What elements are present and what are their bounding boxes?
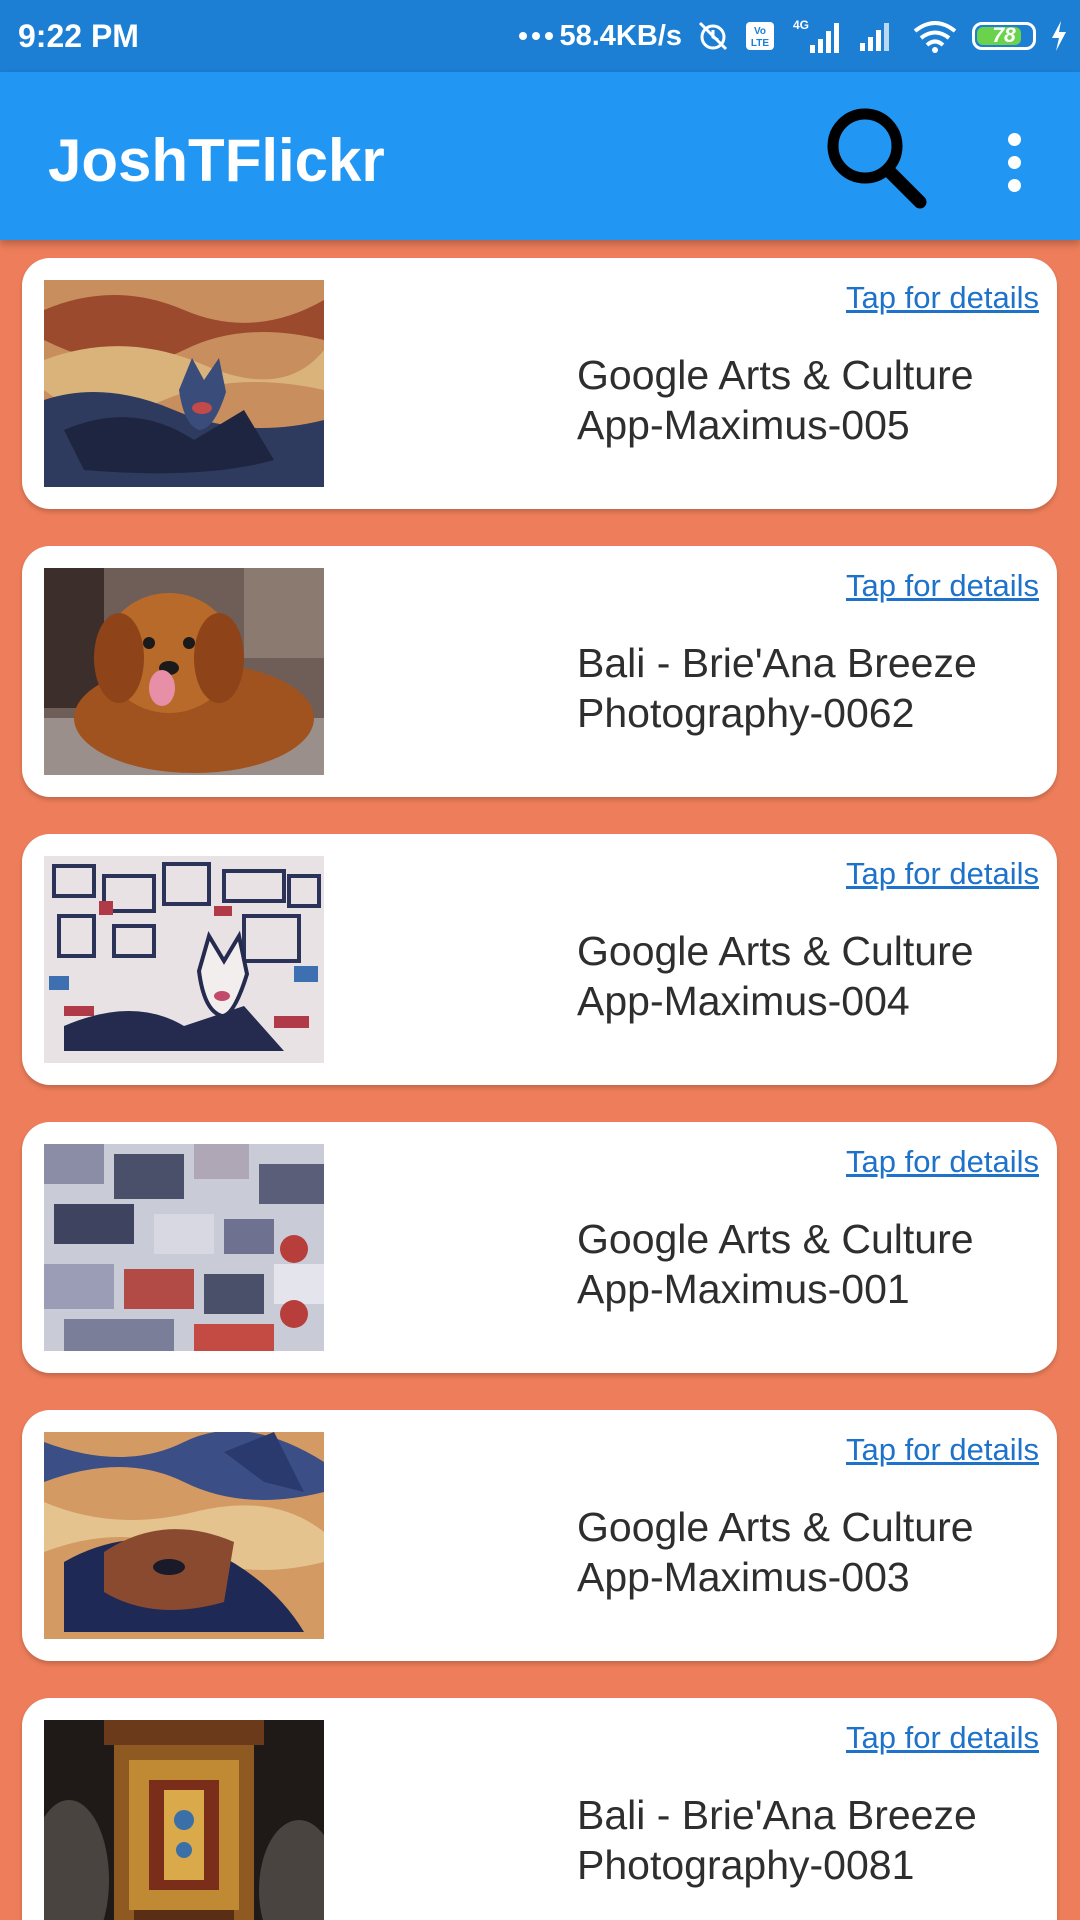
battery-level: 78: [992, 24, 1016, 47]
tap-for-details-link[interactable]: Tap for details: [846, 1144, 1039, 1180]
photo-card[interactable]: Tap for details Google Arts & Culture Ap…: [22, 1122, 1057, 1373]
photo-title: Bali - Brie'Ana Breeze Photography-0081: [577, 1792, 977, 1888]
tap-for-details-link[interactable]: Tap for details: [846, 568, 1039, 604]
photo-card[interactable]: Tap for details Google Arts & Culture Ap…: [22, 1410, 1057, 1661]
photo-title: Google Arts & Culture App-Maximus-004: [577, 928, 974, 1024]
photo-title: Bali - Brie'Ana Breeze Photography-0062: [577, 640, 977, 736]
cellular-signal-icon: [860, 23, 889, 51]
status-time: 9:22 PM: [18, 18, 139, 54]
battery-icon: 78: [972, 22, 1036, 50]
tap-for-details-link[interactable]: Tap for details: [846, 280, 1039, 316]
photo-card[interactable]: Tap for details Google Arts & Culture Ap…: [22, 834, 1057, 1085]
more-notifications-icon: [519, 32, 554, 40]
svg-text:LTE: LTE: [751, 38, 769, 49]
photo-title: Google Arts & Culture App-Maximus-003: [577, 1504, 974, 1600]
overflow-menu-button[interactable]: [990, 122, 1038, 202]
photo-thumbnail[interactable]: [44, 856, 324, 1063]
photo-thumbnail[interactable]: [44, 280, 324, 487]
alarm-off-icon: [698, 21, 728, 51]
status-icons: 58.4KB/s Vo LTE 4G 78: [519, 14, 1068, 58]
photo-thumbnail[interactable]: [44, 568, 324, 775]
app-bar: JoshTFlickr: [0, 72, 1080, 240]
tap-for-details-link[interactable]: Tap for details: [846, 1720, 1039, 1756]
more-vert-icon: [1007, 132, 1021, 146]
photo-title: Google Arts & Culture App-Maximus-001: [577, 1216, 974, 1312]
charging-icon: [1052, 21, 1066, 51]
photo-thumbnail[interactable]: [44, 1144, 324, 1351]
photo-title: Google Arts & Culture App-Maximus-005: [577, 352, 974, 448]
status-bar: 9:22 PM 58.4KB/s Vo LTE 4G 78: [0, 0, 1080, 72]
volte-icon: Vo LTE: [746, 22, 774, 50]
app-title: JoshTFlickr: [48, 127, 385, 194]
photo-thumbnail[interactable]: [44, 1720, 324, 1920]
tap-for-details-link[interactable]: Tap for details: [846, 1432, 1039, 1468]
photo-card[interactable]: Tap for details Bali - Brie'Ana Breeze P…: [22, 1698, 1057, 1920]
search-button[interactable]: [820, 102, 930, 212]
svg-text:Vo: Vo: [754, 26, 766, 37]
network-speed: 58.4KB/s: [519, 20, 682, 53]
svg-text:4G: 4G: [793, 18, 809, 32]
photo-card[interactable]: Tap for details Google Arts & Culture Ap…: [22, 258, 1057, 509]
photo-thumbnail[interactable]: [44, 1432, 324, 1639]
search-icon: [827, 108, 927, 209]
cellular-4g-signal-icon: 4G: [793, 18, 839, 53]
wifi-icon: [913, 21, 957, 53]
tap-for-details-link[interactable]: Tap for details: [846, 856, 1039, 892]
photo-card[interactable]: Tap for details Bali - Brie'Ana Breeze P…: [22, 546, 1057, 797]
